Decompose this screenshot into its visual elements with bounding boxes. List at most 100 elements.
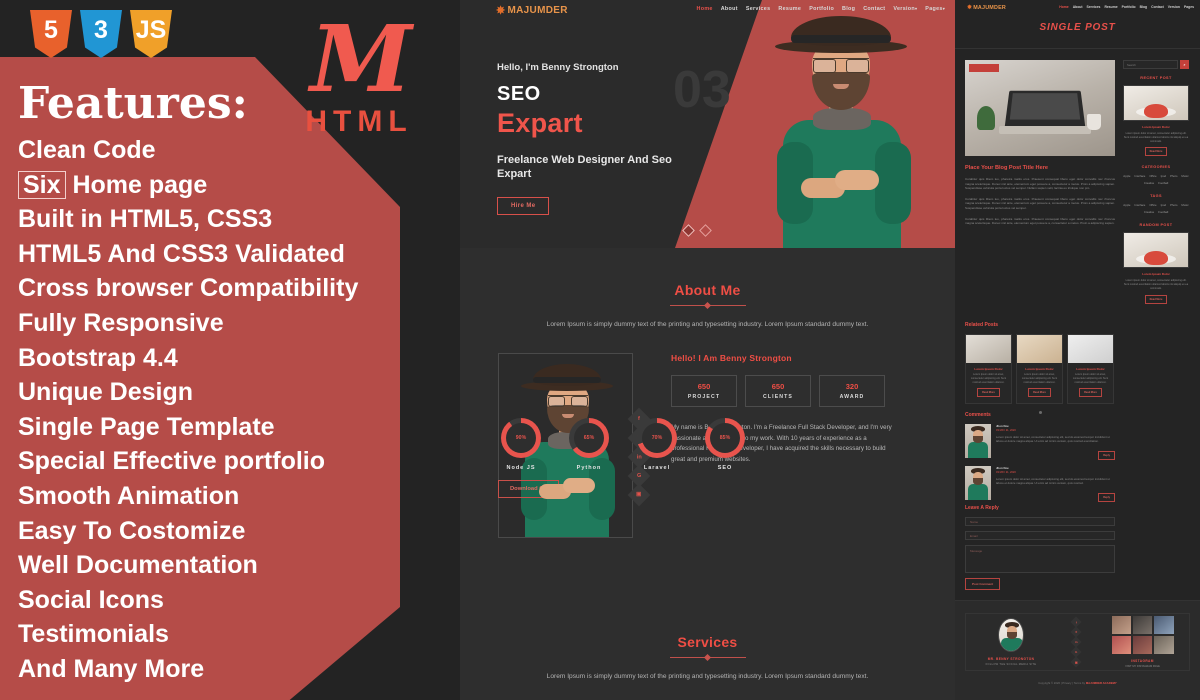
nav-item-contact[interactable]: Contact	[863, 6, 885, 12]
instagram-icon[interactable]: ▣	[627, 483, 651, 507]
instagram-thumb[interactable]	[1111, 636, 1131, 654]
chevron-down-icon: ▾	[914, 6, 918, 11]
nav-item-pages[interactable]: Pages▾	[925, 6, 945, 12]
carousel-dot[interactable]	[682, 224, 695, 237]
reply-button[interactable]: Reply	[1098, 493, 1115, 502]
nav-item-services[interactable]: Services	[746, 6, 771, 12]
services-heading-block: Services Lorem Ipsum is simply dummy tex…	[460, 612, 955, 682]
about-heading-block: About Me Lorem Ipsum is simply dummy tex…	[460, 248, 955, 330]
category-item[interactable]: Creative	[1144, 181, 1154, 185]
nav-item-home[interactable]: Home	[1059, 5, 1068, 9]
glasses-icon	[548, 395, 588, 407]
nav-item-contact[interactable]: Contact	[1151, 5, 1164, 9]
site-logo[interactable]: ✵ MAJUMDER	[496, 4, 568, 17]
read-more-button[interactable]: Read More	[977, 388, 1000, 398]
category-item[interactable]: Office	[1149, 174, 1156, 178]
search-icon[interactable]: ⌕	[1180, 60, 1189, 69]
widget-title: RECENT POST	[1140, 76, 1172, 80]
tag-item[interactable]: Interface	[1134, 203, 1145, 207]
category-item[interactable]: Photo	[1170, 174, 1177, 178]
nav-item-about[interactable]: About	[721, 6, 738, 12]
instagram-thumb[interactable]	[1154, 636, 1174, 654]
widget-random-post: RANDOM POST Lorem Ipsum Dolor Lorem ipsu…	[1123, 223, 1189, 304]
footer-instagram-subtitle: VISIT MY INSTAGRAM PAGE	[1125, 665, 1160, 668]
feature-item: Cross browser Compatibility	[18, 274, 359, 303]
nav-item-resume[interactable]: Resume	[778, 6, 801, 12]
instagram-icon[interactable]: ▣	[1070, 656, 1082, 668]
related-post-text: Lorem ipsum dolor sit amet, consectetur …	[1021, 373, 1058, 384]
email-field[interactable]: Email	[965, 531, 1115, 540]
category-item[interactable]: Music	[1181, 174, 1188, 178]
tech-badges: 5 3 JS	[30, 10, 172, 58]
about-section-title: About Me	[674, 282, 741, 298]
nav-item-version[interactable]: Version▾	[893, 6, 917, 12]
post-comment-button[interactable]: Post Comment	[965, 578, 1001, 590]
tag-item[interactable]: Creative	[1144, 210, 1154, 214]
nav-item-services[interactable]: Services	[1086, 5, 1100, 9]
css3-badge-label: 3	[94, 15, 108, 44]
hero-carousel-dots[interactable]	[682, 224, 712, 237]
feature-highlight-box: Six	[18, 170, 66, 199]
avatar	[998, 618, 1024, 652]
category-item[interactable]: Ipod	[1161, 174, 1166, 178]
instagram-grid	[1111, 616, 1174, 654]
hire-me-button[interactable]: Hire Me	[497, 197, 550, 215]
feature-item: Testimonials	[18, 620, 169, 649]
nav-item-blog[interactable]: Blog	[842, 6, 855, 12]
hero-title-primary: SEO	[497, 83, 541, 105]
category-item[interactable]: Football	[1158, 181, 1168, 185]
tag-item[interactable]: Music	[1181, 203, 1188, 207]
category-item[interactable]: Interface	[1134, 174, 1145, 178]
search-input[interactable]: Search	[1123, 60, 1178, 69]
instagram-thumb[interactable]	[1111, 616, 1131, 634]
skill-python: 65% Python	[566, 418, 612, 471]
reply-button[interactable]: Reply	[1098, 451, 1115, 460]
read-more-button[interactable]: Read More	[1079, 388, 1102, 398]
widget-categories: CATEGORIES Apple Interface Office Ipod P…	[1123, 165, 1189, 185]
nav-item-home[interactable]: Home	[697, 6, 713, 12]
category-item[interactable]: Apple	[1123, 174, 1130, 178]
instagram-thumb[interactable]	[1132, 636, 1153, 654]
tag-item[interactable]: Ipod	[1161, 203, 1166, 207]
blog-site-logo[interactable]: ✵ MAJUMDER	[967, 4, 1006, 12]
html5-badge: 5	[30, 10, 72, 58]
tag-item[interactable]: Photo	[1170, 203, 1177, 207]
nav-item-version[interactable]: Version	[1168, 5, 1180, 9]
footer-profile-name: MR. BENNY STRONGTON	[987, 657, 1035, 661]
read-more-button[interactable]: Read More	[1144, 294, 1168, 304]
nav-item-portfolio[interactable]: Portfolio	[809, 6, 834, 12]
instagram-thumb[interactable]	[1154, 616, 1174, 634]
tag-item[interactable]: Office	[1149, 203, 1156, 207]
feature-item: Six Home page	[18, 168, 438, 203]
read-more-button[interactable]: Read More	[1028, 388, 1051, 398]
laptop-base-decor	[999, 126, 1091, 134]
nav-item-pages[interactable]: Pages	[1184, 5, 1194, 9]
tag-item[interactable]: Football	[1158, 210, 1168, 214]
message-field[interactable]: Message	[965, 545, 1115, 573]
blog-post-paragraph: Curabitur quis libero leo, pharetra matt…	[965, 177, 1115, 191]
related-post-card[interactable]: Lorem Ipsum Dolor Lorem ipsum dolor sit …	[965, 334, 1012, 405]
nav-item-blog[interactable]: Blog	[1140, 5, 1148, 9]
instagram-thumb[interactable]	[1132, 616, 1153, 634]
name-field[interactable]: Name	[965, 517, 1115, 526]
widget-thumbnail	[1123, 85, 1189, 121]
nav-item-portfolio[interactable]: Portfolio	[1122, 5, 1136, 9]
glasses-icon	[813, 58, 869, 73]
about-name-heading: Hello! I Am Benny Strongton	[671, 353, 792, 363]
related-post-card[interactable]: Lorem Ipsum Dolor Lorem ipsum dolor sit …	[1016, 334, 1063, 405]
tag-item[interactable]: Apple	[1123, 203, 1130, 207]
star-icon: ✵	[967, 5, 973, 11]
about-section: About Me Lorem Ipsum is simply dummy tex…	[460, 248, 955, 600]
nav-item-resume[interactable]: Resume	[1104, 5, 1117, 9]
blog-site-logo-text: MAJUMDER	[973, 4, 1006, 11]
header-divider	[955, 48, 1200, 49]
nav-item-about[interactable]: About	[1073, 5, 1083, 9]
related-post-text: Lorem ipsum dolor sit amet, consectetur …	[970, 373, 1007, 384]
related-post-card[interactable]: Lorem Ipsum Dolor Lorem ipsum dolor sit …	[1067, 334, 1114, 405]
read-more-button[interactable]: Read More	[1144, 147, 1168, 157]
blog-sidebar: Search ⌕ RECENT POST Lorem Ipsum Dolor L…	[1123, 60, 1189, 313]
comment-text: Lorem ipsum dolor sit amet, consectetur …	[996, 435, 1110, 444]
related-posts-heading: Related Posts	[965, 322, 999, 328]
feature-item: Smooth Animation	[18, 481, 240, 510]
carousel-dot[interactable]	[699, 224, 712, 237]
